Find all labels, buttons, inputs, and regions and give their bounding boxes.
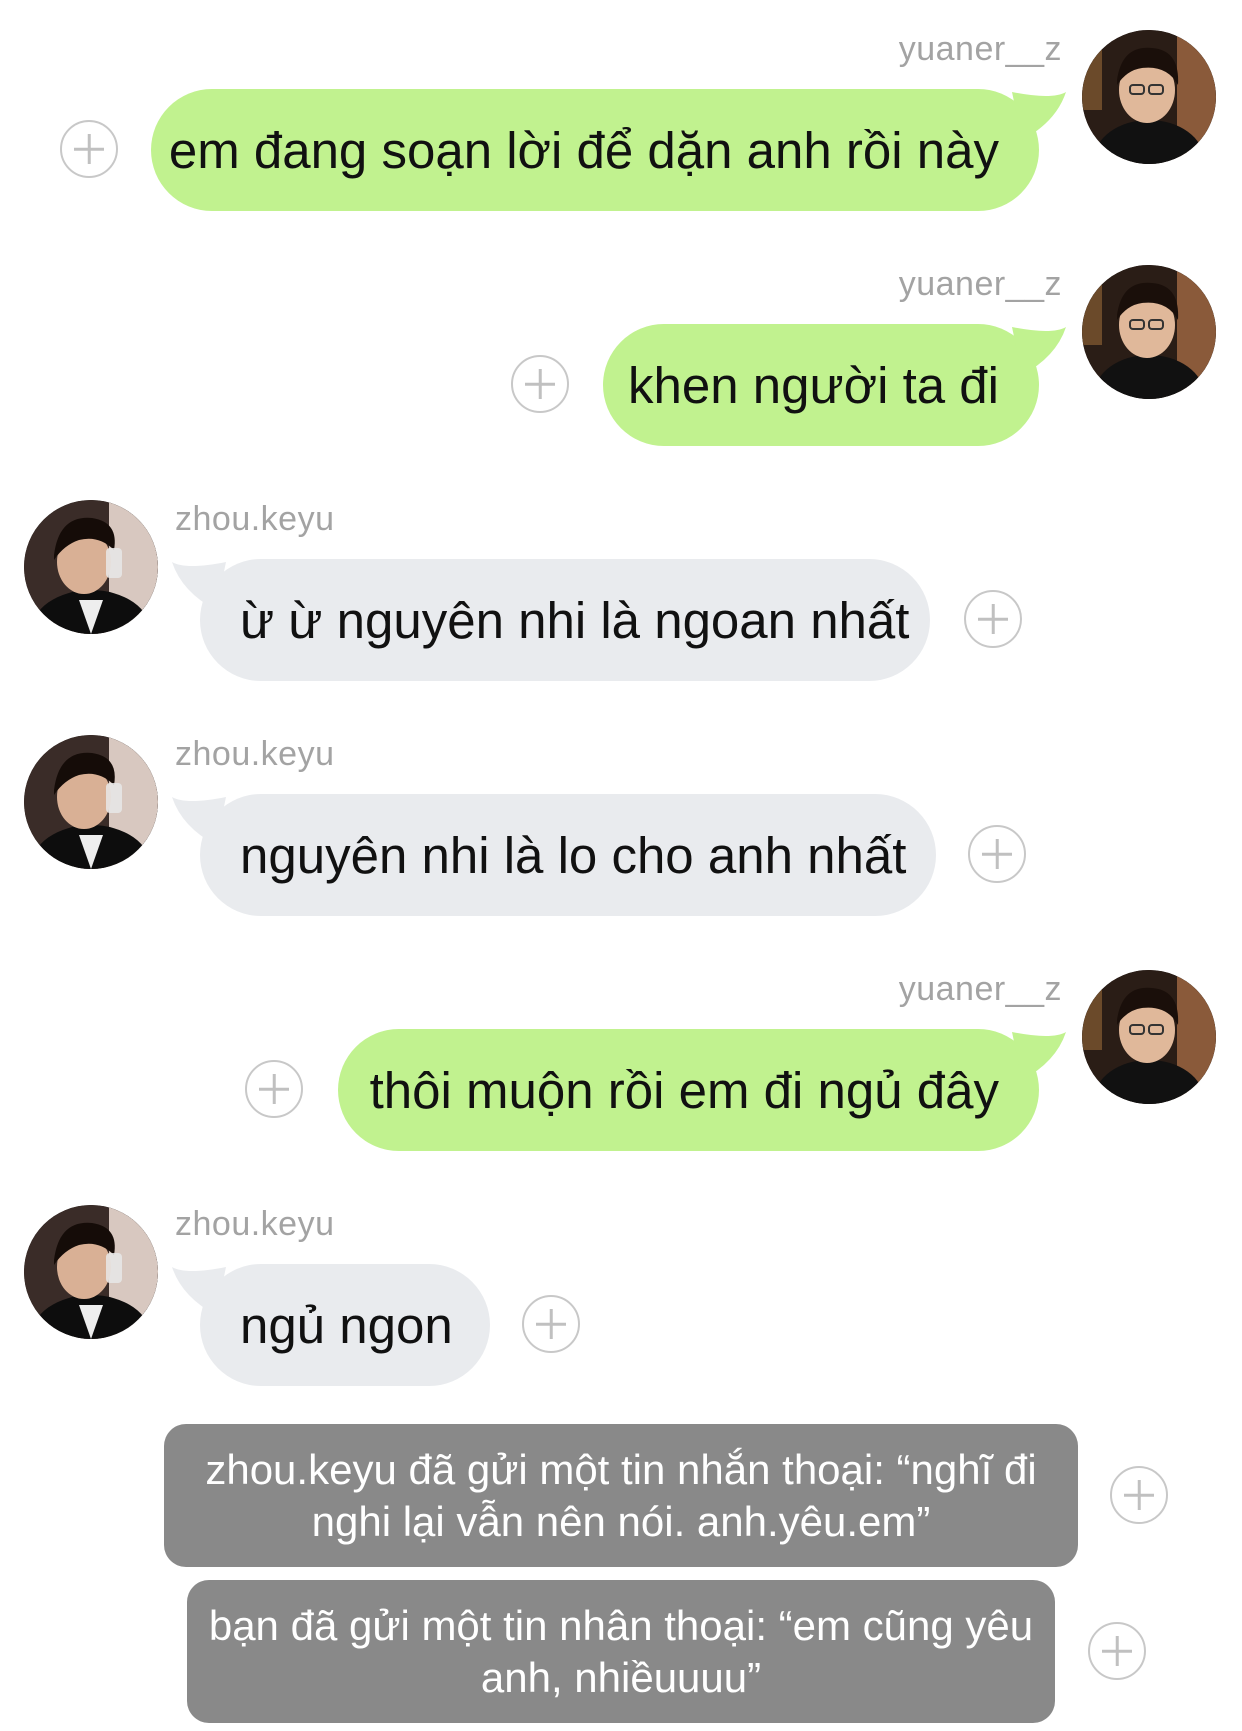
avatar[interactable]	[24, 500, 158, 634]
add-reaction-button[interactable]	[1088, 1622, 1146, 1680]
sender-name: yuaner__z	[898, 265, 1062, 303]
bubble-tail	[1012, 327, 1066, 375]
sender-name: zhou.keyu	[175, 500, 335, 538]
add-reaction-button[interactable]	[968, 825, 1026, 883]
avatar-image	[1082, 265, 1216, 399]
sender-name: zhou.keyu	[175, 735, 335, 773]
avatar-image	[24, 500, 158, 634]
message-text: ngủ ngon	[240, 1296, 453, 1354]
add-reaction-button[interactable]	[511, 355, 569, 413]
message-bubble[interactable]: ngủ ngon	[200, 1264, 490, 1386]
add-reaction-button[interactable]	[964, 590, 1022, 648]
avatar-image	[24, 735, 158, 869]
message-bubble[interactable]: ừ ừ nguyên nhi là ngoan nhất	[200, 559, 930, 681]
avatar[interactable]	[1082, 30, 1216, 164]
bubble-tail	[1012, 1032, 1066, 1080]
message-bubble[interactable]: khen người ta đi	[603, 324, 1039, 446]
message-text: nguyên nhi là lo cho anh nhất	[240, 826, 907, 884]
avatar[interactable]	[24, 735, 158, 869]
add-reaction-button[interactable]	[245, 1060, 303, 1118]
message-bubble[interactable]: nguyên nhi là lo cho anh nhất	[200, 794, 936, 916]
message-text: em đang soạn lời để dặn anh rồi này	[168, 121, 999, 179]
avatar-image	[24, 1205, 158, 1339]
message-text: khen người ta đi	[628, 356, 999, 414]
sender-name: zhou.keyu	[175, 1205, 335, 1243]
sender-name: yuaner__z	[898, 30, 1062, 68]
avatar[interactable]	[1082, 265, 1216, 399]
notice-text: bạn đã gửi một tin nhân thoại: “em cũng …	[208, 1601, 1034, 1701]
avatar-image	[1082, 970, 1216, 1104]
message-text: ừ ừ nguyên nhi là ngoan nhất	[240, 591, 910, 649]
notice-text: zhou.keyu đã gửi một tin nhắn thoại: “ng…	[205, 1445, 1037, 1545]
avatar-image	[1082, 30, 1216, 164]
avatar[interactable]	[24, 1205, 158, 1339]
message-bubble[interactable]: thôi muộn rồi em đi ngủ đây	[338, 1029, 1039, 1151]
bubble-tail	[1012, 92, 1066, 140]
message-text: thôi muộn rồi em đi ngủ đây	[369, 1061, 999, 1119]
avatar[interactable]	[1082, 970, 1216, 1104]
add-reaction-button[interactable]	[522, 1295, 580, 1353]
voice-message-notice[interactable]: bạn đã gửi một tin nhân thoại: “em cũng …	[187, 1580, 1055, 1723]
add-reaction-button[interactable]	[1110, 1466, 1168, 1524]
add-reaction-button[interactable]	[60, 120, 118, 178]
sender-name: yuaner__z	[898, 970, 1062, 1008]
message-bubble[interactable]: em đang soạn lời để dặn anh rồi này	[151, 89, 1039, 211]
voice-message-notice[interactable]: zhou.keyu đã gửi một tin nhắn thoại: “ng…	[164, 1424, 1078, 1567]
